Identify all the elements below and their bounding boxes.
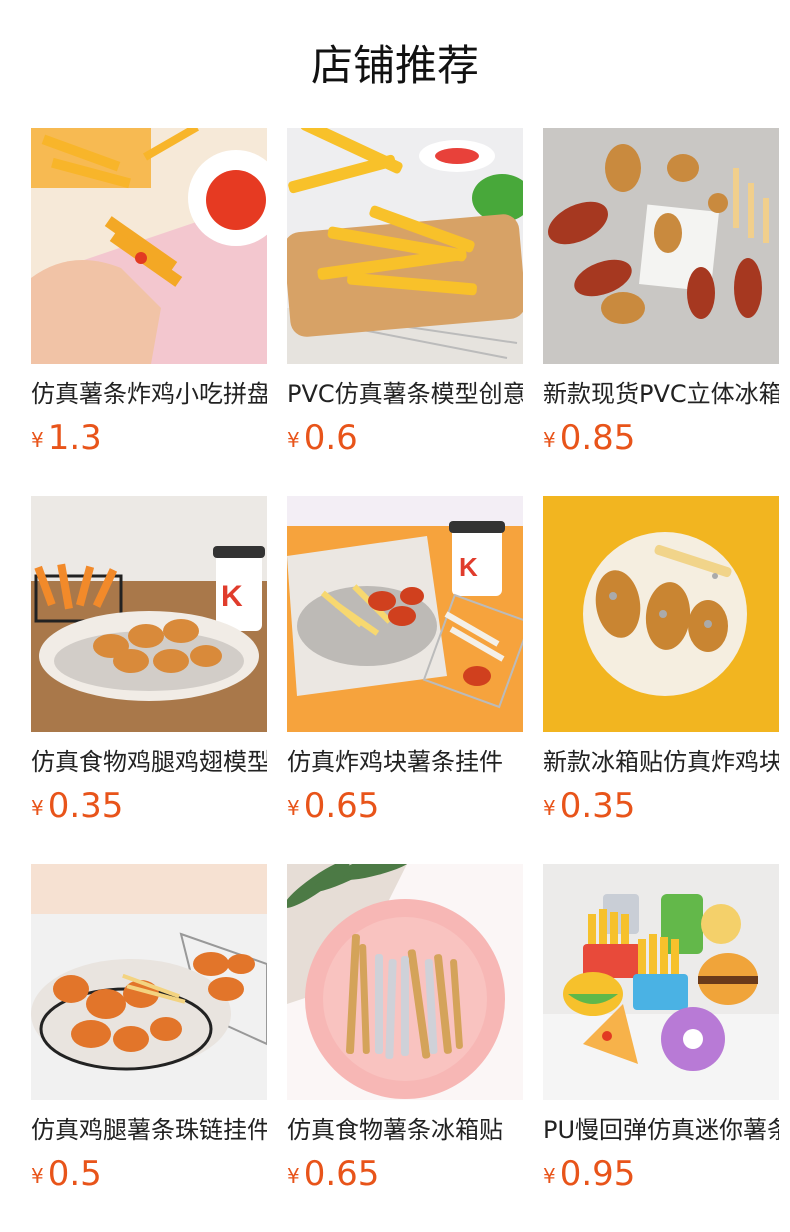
product-name[interactable]: 仿真食物薯条冰箱贴 xyxy=(287,1114,523,1146)
price-value: 0.65 xyxy=(303,1154,380,1194)
currency-symbol: ¥ xyxy=(287,428,300,452)
product-price: ¥1.3 xyxy=(31,418,267,464)
product-card[interactable]: 仿真薯条炸鸡小吃拼盘 ¥1.3 xyxy=(31,128,267,468)
product-image[interactable] xyxy=(543,864,779,1100)
product-card[interactable]: 仿真食物薯条冰箱贴 ¥0.65 xyxy=(287,864,523,1204)
price-value: 1.3 xyxy=(47,418,102,458)
product-card[interactable]: 新款现货PVC立体冰箱贴 ¥0.85 xyxy=(543,128,779,468)
price-value: 0.6 xyxy=(303,418,358,458)
product-card[interactable]: K 仿真炸鸡块薯条挂件 ¥ 0.65 xyxy=(287,496,523,836)
product-name[interactable]: 仿真鸡腿薯条珠链挂件 xyxy=(31,1114,267,1146)
product-card[interactable]: PVC仿真薯条模型创意 ¥0.6 xyxy=(287,128,523,468)
product-image[interactable] xyxy=(31,864,267,1100)
product-price: ¥0.95 xyxy=(543,1154,779,1200)
product-image[interactable]: K xyxy=(287,496,523,732)
price-value: 0.35 xyxy=(559,786,636,826)
product-price: ¥0.5 xyxy=(31,1154,267,1200)
price-value: 0.65 xyxy=(303,786,380,826)
product-name[interactable]: 仿真薯条炸鸡小吃拼盘 xyxy=(31,378,267,410)
currency-symbol: ¥ xyxy=(543,428,556,452)
product-price: ¥0.35 xyxy=(543,786,779,832)
currency-symbol: ¥ xyxy=(287,796,300,820)
product-image[interactable]: K xyxy=(31,496,267,732)
product-price: ¥0.35 xyxy=(31,786,267,832)
product-card[interactable]: 新款冰箱贴仿真炸鸡块 ¥0.35 xyxy=(543,496,779,836)
currency-symbol: ¥ xyxy=(543,1164,556,1188)
product-image[interactable] xyxy=(543,496,779,732)
price-value: 0.35 xyxy=(47,786,124,826)
currency-symbol: ¥ xyxy=(287,1164,300,1188)
product-price: ¥0.6 xyxy=(287,418,523,464)
currency-symbol: ¥ xyxy=(31,1164,44,1188)
product-image[interactable] xyxy=(31,128,267,364)
product-card[interactable]: K 仿真食物鸡腿鸡翅模型 ¥ 0.35 xyxy=(31,496,267,836)
product-name[interactable]: 新款现货PVC立体冰箱贴 xyxy=(543,378,779,410)
page-title: 店铺推荐 xyxy=(310,41,479,90)
product-card[interactable]: PU慢回弹仿真迷你薯条 ¥0.95 xyxy=(543,864,779,1204)
product-card[interactable]: 仿真鸡腿薯条珠链挂件 ¥0.5 xyxy=(31,864,267,1204)
product-image[interactable] xyxy=(287,864,523,1100)
price-value: 0.95 xyxy=(559,1154,636,1194)
product-price: ¥0.65 xyxy=(287,1154,523,1200)
price-value: 0.5 xyxy=(47,1154,102,1194)
price-value: 0.85 xyxy=(559,418,636,458)
currency-symbol: ¥ xyxy=(543,796,556,820)
product-image[interactable] xyxy=(287,128,523,364)
product-price: ¥0.65 xyxy=(287,786,523,832)
currency-symbol: ¥ xyxy=(31,796,44,820)
product-price: ¥0.85 xyxy=(543,418,779,464)
product-name[interactable]: PU慢回弹仿真迷你薯条 xyxy=(543,1114,779,1146)
product-name[interactable]: 仿真炸鸡块薯条挂件 xyxy=(287,746,523,778)
product-name[interactable]: PVC仿真薯条模型创意 xyxy=(287,378,523,410)
product-name[interactable]: 仿真食物鸡腿鸡翅模型 xyxy=(31,746,267,778)
svg-text:K: K xyxy=(459,552,478,582)
product-image[interactable] xyxy=(543,128,779,364)
product-name[interactable]: 新款冰箱贴仿真炸鸡块 xyxy=(543,746,779,778)
currency-symbol: ¥ xyxy=(31,428,44,452)
svg-text:K: K xyxy=(221,580,243,613)
